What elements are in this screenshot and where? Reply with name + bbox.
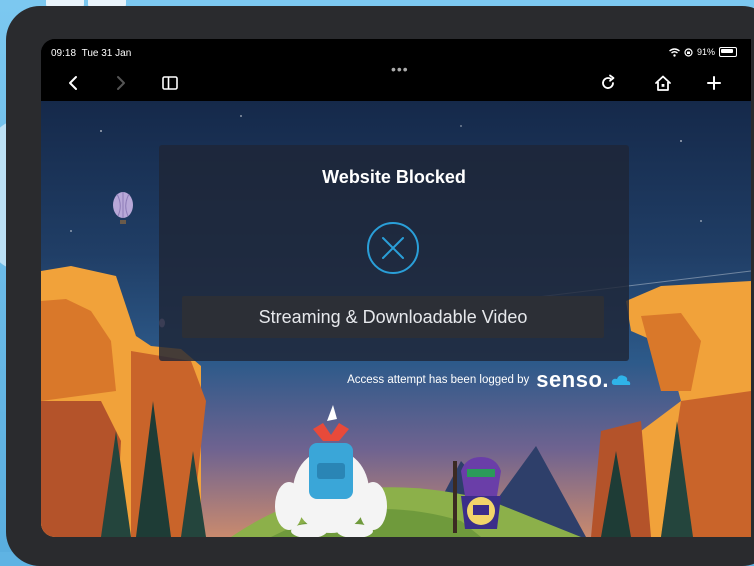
orientation-lock-icon (684, 47, 693, 57)
home-icon (655, 75, 671, 91)
senso-logo: senso. (536, 367, 631, 393)
new-tab-button[interactable] (702, 71, 726, 95)
forward-button[interactable] (109, 71, 133, 95)
home-button[interactable] (651, 71, 675, 95)
logged-text: Access attempt has been logged by (347, 374, 530, 386)
status-time: 09:18 Tue 31 Jan (51, 48, 131, 59)
blocked-category: Streaming & Downloadable Video (182, 296, 604, 338)
logged-notice: Access attempt has been logged by senso. (347, 367, 631, 393)
yeti-character (275, 405, 387, 537)
blocked-page: Website Blocked Streaming & Downloadable… (41, 101, 751, 537)
battery-icon (719, 47, 737, 57)
wifi-icon (669, 47, 680, 57)
cloud-icon (611, 375, 631, 385)
chevron-right-icon (117, 76, 125, 90)
date: Tue 31 Jan (81, 48, 132, 59)
browser-toolbar: 09:18 Tue 31 Jan 91% ••• (41, 39, 751, 101)
time: 09:18 (51, 48, 77, 59)
chevron-left-icon (69, 76, 77, 90)
tablet-frame: 09:18 Tue 31 Jan 91% ••• Website Blocked… (6, 6, 754, 566)
tablet-screen: 09:18 Tue 31 Jan 91% ••• Website Blocked… (41, 39, 751, 537)
sidebar-icon (162, 76, 178, 90)
reload-icon (602, 74, 615, 89)
more-options-dots[interactable]: ••• (391, 61, 409, 77)
blocked-x-icon (367, 222, 419, 274)
status-indicators: 91% (669, 47, 737, 57)
plus-icon (707, 76, 721, 90)
sidebar-button[interactable] (158, 71, 182, 95)
back-button[interactable] (61, 71, 85, 95)
reload-button[interactable] (596, 71, 620, 95)
blocked-message-panel: Website Blocked Streaming & Downloadable… (159, 145, 629, 361)
page-title: Website Blocked (322, 167, 466, 187)
battery-percent: 91% (696, 47, 715, 57)
senso-logo-text: senso. (536, 367, 609, 392)
